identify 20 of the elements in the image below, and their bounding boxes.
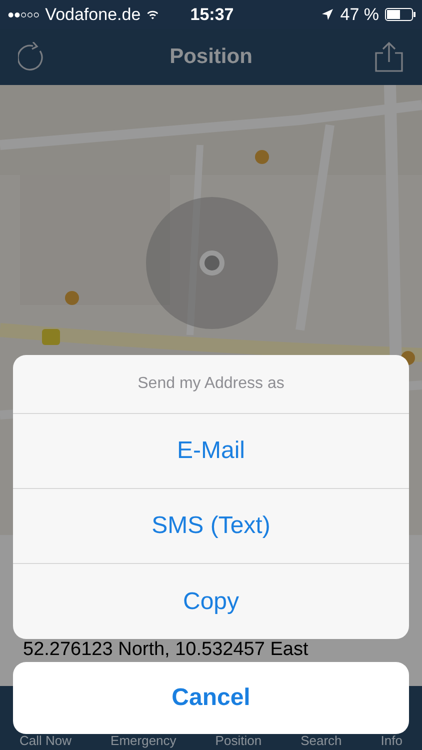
carrier-name: Vodafone.de [45, 4, 141, 24]
tab-item[interactable]: Emergency [106, 733, 180, 748]
sheet-option[interactable]: SMS (Text) [13, 489, 409, 564]
signal-icon [8, 10, 40, 20]
share-button[interactable] [374, 41, 404, 73]
tab-item[interactable]: Info [376, 733, 406, 748]
screen-title: Position [170, 45, 252, 69]
battery-percent: 47 % [340, 4, 379, 24]
location-arrow-icon [321, 8, 334, 21]
cancel-button[interactable]: Cancel [13, 662, 409, 734]
tab-item[interactable]: Call Now [16, 733, 76, 748]
tab-item[interactable]: Position [211, 733, 266, 748]
share-icon [374, 41, 404, 73]
coordinates-text: 52.276123 North, 10.532457 East [23, 639, 310, 661]
sheet-option[interactable]: E-Mail [13, 414, 409, 489]
sheet-option[interactable]: Copy [13, 564, 409, 639]
tab-item[interactable]: Search [296, 733, 346, 748]
battery-icon [384, 8, 416, 21]
sheet-title: Send my Address as [13, 355, 409, 414]
clock-time: 15:37 [190, 4, 234, 24]
